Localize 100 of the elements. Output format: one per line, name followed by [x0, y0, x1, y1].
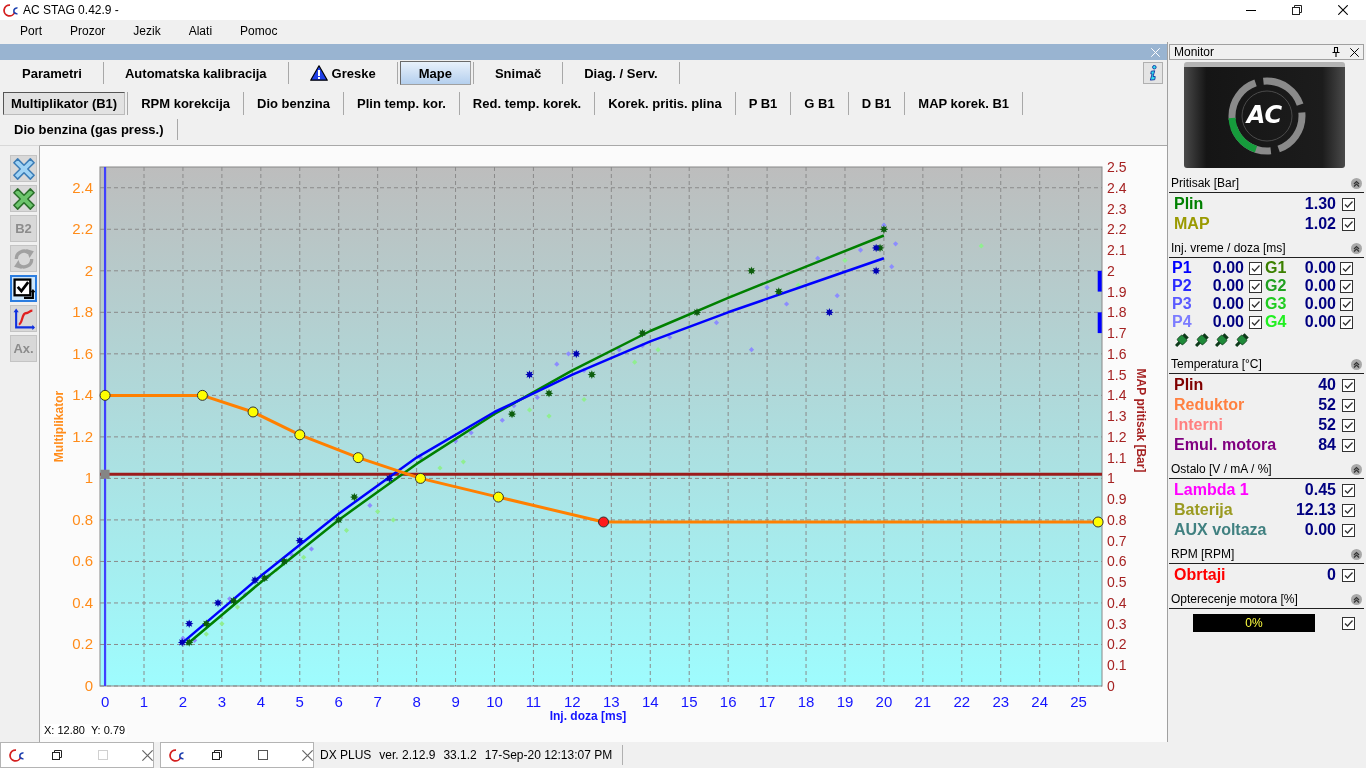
tick-label: 19	[836, 693, 854, 710]
tick-label: 24	[1031, 693, 1049, 710]
tick-label: 1.5	[1107, 366, 1127, 383]
tick-label: 0	[100, 693, 110, 710]
reading-value: 0.00	[1211, 295, 1245, 313]
tick-label: 0.5	[1107, 574, 1127, 591]
reading-value: 0.00	[1211, 313, 1245, 331]
reading-value: 52	[1318, 396, 1336, 414]
reading-label: P3	[1172, 295, 1193, 313]
tick-label: 2	[1107, 262, 1115, 279]
axis-title: MAP pritisak [Bar]	[1134, 368, 1148, 473]
tick-label: 0.2	[72, 635, 93, 653]
section-title: RPM [RPM]	[1171, 547, 1236, 561]
reading-value: 0.45	[1304, 481, 1336, 499]
tick-label: 1.1	[1107, 449, 1127, 466]
reading-label: Interni	[1174, 416, 1224, 434]
reading-label: Emul. motora	[1174, 436, 1278, 454]
tick-label: 0.7	[1107, 532, 1127, 549]
tick-label: 2.2	[1107, 221, 1127, 238]
tick-label: 8	[412, 693, 421, 710]
section-title: Ostalo [V / mA / %]	[1171, 462, 1273, 476]
tick-label: 23	[992, 693, 1010, 710]
tick-label: 2	[178, 693, 188, 710]
section-title: Opterecenje motora [%]	[1171, 592, 1299, 606]
tick-label: 0	[84, 677, 93, 694]
tick-label: 14	[641, 693, 659, 710]
tick-label: 17	[758, 693, 776, 710]
tick-label: 0.6	[1107, 553, 1127, 570]
reading-label: G2	[1264, 277, 1288, 295]
load-reading: 0%	[1245, 616, 1263, 630]
tick-label: 16	[719, 693, 737, 710]
reading-value: 0.00	[1303, 259, 1337, 277]
reading-value: 12.13	[1295, 501, 1336, 519]
tick-label: 22	[953, 693, 971, 710]
tick-label: 9	[451, 693, 460, 710]
tick-label: 1.9	[1107, 283, 1127, 300]
reading-value: 0.00	[1303, 313, 1337, 331]
tick-label: 0.4	[72, 593, 93, 611]
tick-label: 10	[486, 693, 503, 710]
tick-label: 25	[1070, 693, 1087, 710]
tick-label: 7	[373, 693, 382, 710]
tick-label: 1.7	[1107, 325, 1127, 342]
section-title: Temperatura [°C]	[1171, 357, 1263, 371]
tick-label: 0.3	[1107, 615, 1127, 632]
tick-label: 1.2	[72, 427, 93, 445]
tick-label: 2	[84, 261, 93, 279]
tick-label: 0.1	[1107, 657, 1127, 674]
reading-value: 52	[1318, 416, 1336, 434]
window-title: AC STAG 0.42.9 -	[23, 3, 119, 17]
tick-label: 0.6	[72, 552, 93, 570]
reading-value: 1.30	[1304, 195, 1336, 213]
cursor-readout: X: 12.80 Y: 0.79	[42, 724, 128, 737]
tick-label: 2.5	[1107, 159, 1127, 175]
tick-label: 15	[680, 693, 698, 710]
reading-value: 0.00	[1211, 277, 1245, 295]
reading-value: 0	[1327, 566, 1336, 584]
reading-label: Obrtaji	[1174, 566, 1227, 584]
reading-label: Reduktor	[1174, 396, 1246, 414]
reading-value: 0.00	[1211, 259, 1245, 277]
tick-label: 1.4	[1107, 387, 1127, 404]
reading-value: 1.02	[1304, 215, 1336, 233]
logo-text: AC	[1244, 101, 1284, 129]
reading-label: Plin	[1174, 195, 1205, 213]
tick-label: 13	[603, 693, 620, 710]
section-title: Pritisak [Bar]	[1171, 176, 1240, 190]
tick-label: 1.3	[1107, 408, 1127, 425]
section-title: Inj. vreme / doza [ms]	[1171, 241, 1287, 255]
tick-label: 11	[525, 693, 542, 710]
tick-label: 1	[84, 469, 93, 487]
reading-value: 84	[1318, 436, 1336, 454]
tick-label: 0.2	[1107, 636, 1127, 653]
tick-label: 12	[564, 693, 581, 710]
tick-label: 1	[139, 693, 149, 710]
tick-label: 1.8	[1107, 304, 1127, 321]
tick-label: 0.8	[1107, 511, 1127, 528]
reading-label: P2	[1172, 277, 1193, 295]
reading-label: Plin	[1174, 376, 1205, 394]
tick-label: 0	[1107, 678, 1115, 694]
tick-label: 20	[875, 693, 893, 710]
tick-label: 2.2	[72, 220, 93, 238]
tick-label: 0.9	[1107, 491, 1127, 508]
reading-label: P4	[1172, 313, 1193, 331]
panel-title: Monitor	[1174, 45, 1215, 59]
status-text: DX PLUS	[320, 748, 372, 762]
tick-label: 6	[334, 693, 343, 710]
tick-label: 21	[914, 693, 932, 710]
status-text: ver. 2.12.9	[379, 748, 436, 762]
reading-label: G3	[1264, 295, 1288, 313]
reading-value: 0.00	[1303, 295, 1337, 313]
reading-value: 0.00	[1303, 277, 1337, 295]
tick-label: 1.2	[1107, 428, 1127, 445]
reading-value: 40	[1318, 376, 1336, 394]
tick-label: 0.4	[1107, 594, 1127, 611]
tick-label: 2.1	[1107, 242, 1127, 259]
tick-label: 4	[256, 693, 265, 710]
status-text: 33.1.2	[443, 748, 477, 762]
reading-label: P1	[1172, 259, 1193, 277]
tick-label: 2.4	[72, 178, 93, 196]
tick-label: 3	[217, 693, 227, 710]
reading-label: G1	[1264, 259, 1288, 277]
